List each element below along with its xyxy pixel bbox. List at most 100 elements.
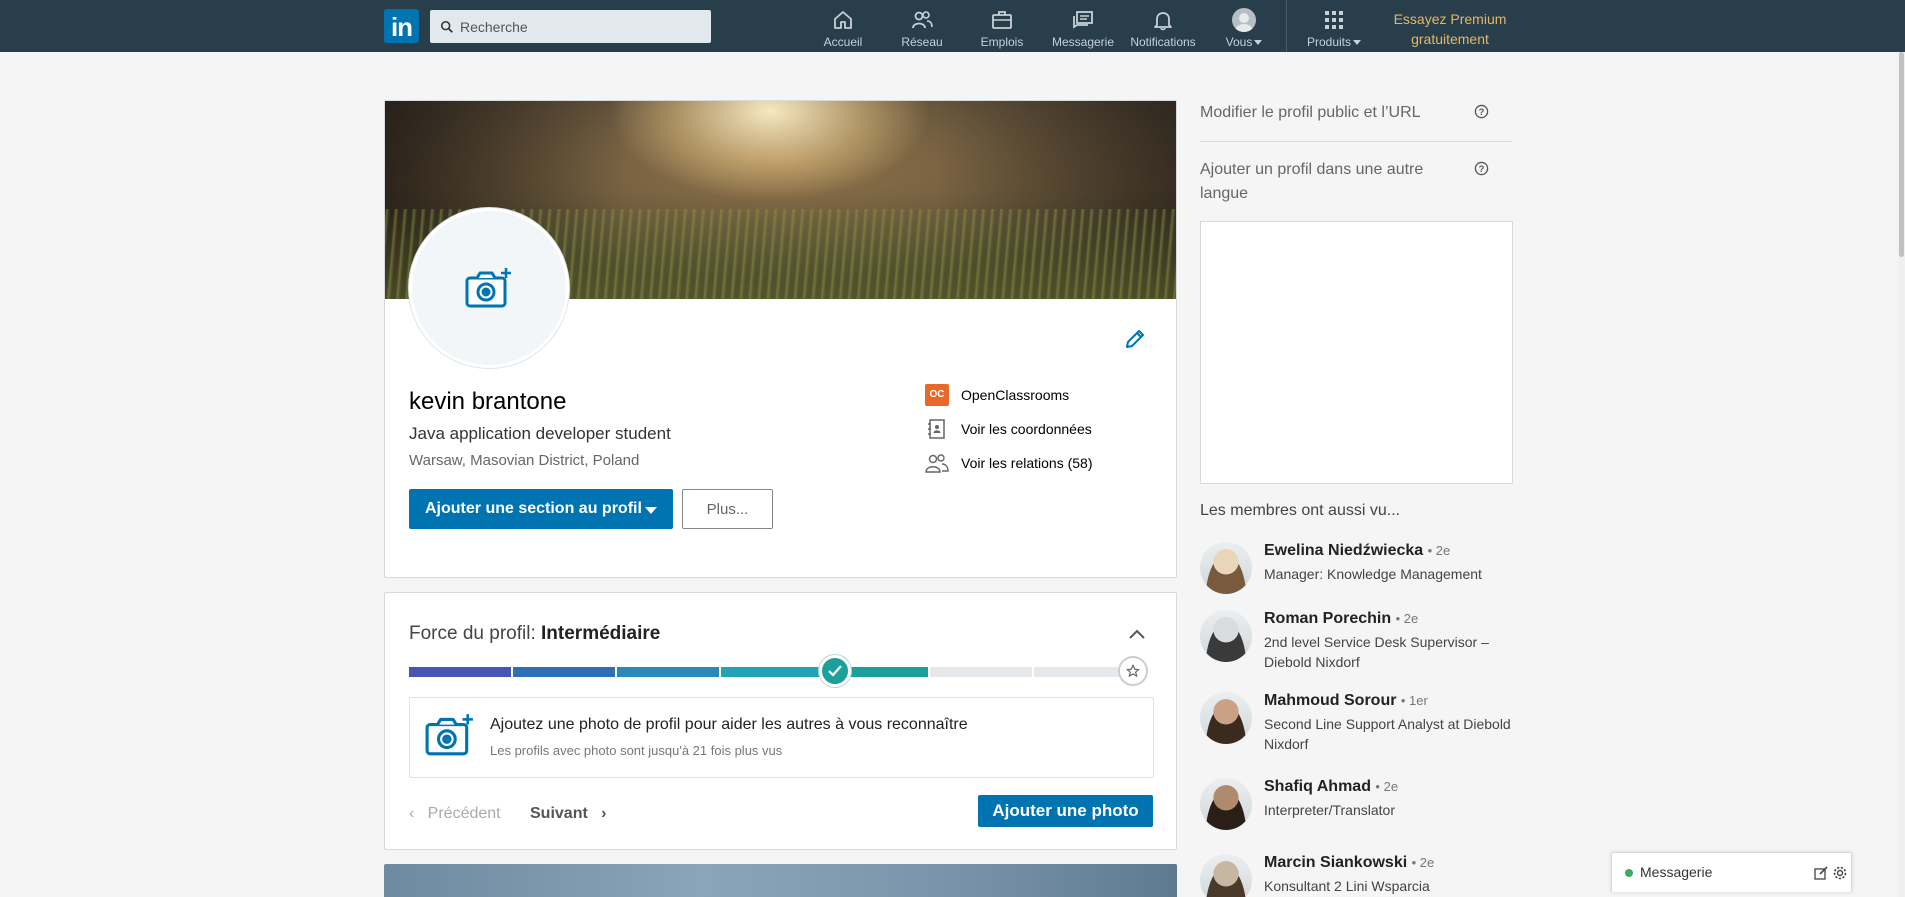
strength-segment: [929, 667, 1032, 677]
chevron-right-icon: ›: [601, 805, 607, 822]
next-button[interactable]: Suivant ›: [530, 805, 606, 823]
connections-label: Voir les relations (58): [961, 455, 1093, 471]
nav-home-label: Accueil: [823, 35, 863, 49]
member-name-text: Marcin Siankowski: [1264, 854, 1408, 871]
profile-strength-prefix: Force du profil:: [409, 623, 536, 644]
online-status-dot: [1625, 869, 1633, 877]
messaging-label: Messagerie: [1640, 864, 1713, 880]
help-icon[interactable]: ?: [1474, 104, 1489, 119]
strength-segment: [721, 667, 824, 677]
profile-suggestion: Ajoutez une photo de profil pour aider l…: [409, 697, 1154, 778]
compose-icon[interactable]: [1813, 865, 1829, 881]
chevron-down-icon: [1254, 40, 1263, 46]
search-icon: [440, 20, 453, 33]
svg-text:?: ?: [1479, 164, 1485, 174]
svg-text:?: ?: [1479, 107, 1485, 117]
nav-products[interactable]: Produits: [1304, 8, 1364, 50]
premium-line-1: Essayez Premium: [1393, 11, 1507, 27]
profile-top-card: kevin brantone Java application develope…: [384, 100, 1177, 578]
nav-messaging[interactable]: Messagerie: [1050, 8, 1116, 50]
nav-jobs[interactable]: Emplois: [980, 8, 1024, 50]
add-profile-section-button[interactable]: Ajouter une section au profil: [409, 489, 673, 529]
messaging-overlay[interactable]: Messagerie: [1611, 852, 1852, 892]
add-language-profile-link[interactable]: Ajouter un profil dans une autre langue: [1200, 158, 1460, 206]
search-input[interactable]: [460, 18, 700, 35]
nav-home[interactable]: Accueil: [822, 8, 864, 50]
add-profile-photo-button[interactable]: [409, 208, 569, 368]
chevron-down-icon: [1353, 40, 1362, 46]
search-box[interactable]: [430, 10, 711, 43]
help-icon[interactable]: ?: [1474, 161, 1489, 176]
strength-segment: [617, 667, 720, 677]
nav-me-label: Vous: [1225, 35, 1253, 49]
next-profile-card: [384, 864, 1177, 897]
education-link[interactable]: OC OpenClassrooms: [925, 384, 1093, 406]
nav-jobs-label: Emplois: [980, 35, 1024, 49]
linkedin-logo[interactable]: in: [384, 9, 419, 43]
member-name[interactable]: Shafiq Ahmad • 2e: [1264, 778, 1398, 796]
previous-button[interactable]: ‹ Précédent: [409, 805, 501, 823]
member-title: Second Line Support Analyst at Diebold N…: [1264, 716, 1511, 752]
more-button[interactable]: Plus...: [682, 489, 773, 529]
next-label: Suivant: [530, 805, 588, 822]
member-avatar[interactable]: [1200, 610, 1252, 662]
contact-info-label: Voir les coordonnées: [961, 421, 1092, 437]
chevron-up-icon[interactable]: [1125, 623, 1149, 647]
messages-icon: [1073, 11, 1093, 29]
nav-network[interactable]: Réseau: [900, 8, 944, 50]
profile-name: kevin brantone: [409, 388, 567, 415]
profile-strength-meter: [409, 667, 1136, 677]
contact-info-link[interactable]: Voir les coordonnées: [925, 418, 1093, 440]
suggestion-subtitle: Les profils avec photo sont jusqu'à 21 f…: [490, 743, 783, 758]
rail-divider: [1200, 141, 1512, 142]
member-name[interactable]: Mahmoud Sorour • 1er: [1264, 692, 1428, 710]
scrollbar-thumb[interactable]: [1899, 52, 1904, 257]
try-premium-link[interactable]: Essayez Premium gratuitement: [1388, 9, 1512, 49]
connections-link[interactable]: Voir les relations (58): [925, 452, 1093, 474]
all-star-marker: [1118, 656, 1148, 686]
profile-strength-level: Intermédiaire: [541, 623, 661, 644]
member-avatar[interactable]: [1200, 692, 1252, 744]
top-nav-bar: in Accueil Réseau Emplois Messagerie Not…: [0, 0, 1905, 52]
member-avatar[interactable]: [1200, 778, 1252, 830]
gear-icon[interactable]: [1832, 865, 1848, 881]
add-profile-section-label: Ajouter une section au profil: [425, 500, 642, 517]
profile-location: Warsaw, Masovian District, Poland: [409, 452, 640, 469]
nav-notifications-label: Notifications: [1130, 35, 1196, 49]
checkmark-icon: [828, 665, 842, 677]
grid-icon: [1325, 11, 1343, 29]
camera-add-icon: [465, 268, 511, 308]
page-scrollbar[interactable]: [1898, 52, 1905, 897]
member-name[interactable]: Roman Porechin • 2e: [1264, 610, 1418, 628]
previous-label: Précédent: [427, 805, 501, 822]
member-name-text: Roman Porechin: [1264, 610, 1392, 627]
edit-public-profile-link[interactable]: Modifier le profil public et l’URL: [1200, 101, 1421, 125]
member-name[interactable]: Marcin Siankowski • 2e: [1264, 854, 1434, 872]
ad-slot: [1200, 221, 1513, 484]
camera-add-icon: [425, 714, 473, 756]
member-name[interactable]: Ewelina Niedźwiecka • 2e: [1264, 542, 1450, 560]
openclassrooms-logo: OC: [925, 384, 949, 406]
suggestion-title: Ajoutez une photo de profil pour aider l…: [490, 716, 968, 733]
member-name-text: Shafiq Ahmad: [1264, 778, 1371, 795]
member-avatar[interactable]: [1200, 542, 1252, 594]
briefcase-icon: [992, 11, 1012, 29]
chevron-left-icon: ‹: [409, 805, 415, 822]
member-title: Interpreter/Translator: [1264, 802, 1395, 818]
nav-me[interactable]: Vous: [1222, 8, 1266, 50]
member-avatar[interactable]: [1200, 854, 1252, 897]
education-label: OpenClassrooms: [961, 387, 1070, 403]
contact-card-icon: [928, 419, 945, 439]
strength-segment: [409, 667, 512, 677]
member-name-text: Mahmoud Sorour: [1264, 692, 1397, 709]
profile-side-links: OC OpenClassrooms Voir les coordonnées V…: [925, 384, 1093, 486]
nav-notifications[interactable]: Notifications: [1128, 8, 1198, 50]
edit-pencil-icon[interactable]: [1123, 327, 1147, 351]
member-degree: • 2e: [1375, 779, 1399, 794]
nav-network-label: Réseau: [901, 35, 943, 49]
network-icon: [912, 11, 933, 29]
chevron-down-icon: [645, 507, 657, 514]
add-photo-button[interactable]: Ajouter une photo: [978, 795, 1153, 827]
member-title: Manager: Knowledge Management: [1264, 566, 1482, 582]
profile-strength-card: Force du profil: Intermédiaire Ajoutez u…: [384, 592, 1177, 850]
